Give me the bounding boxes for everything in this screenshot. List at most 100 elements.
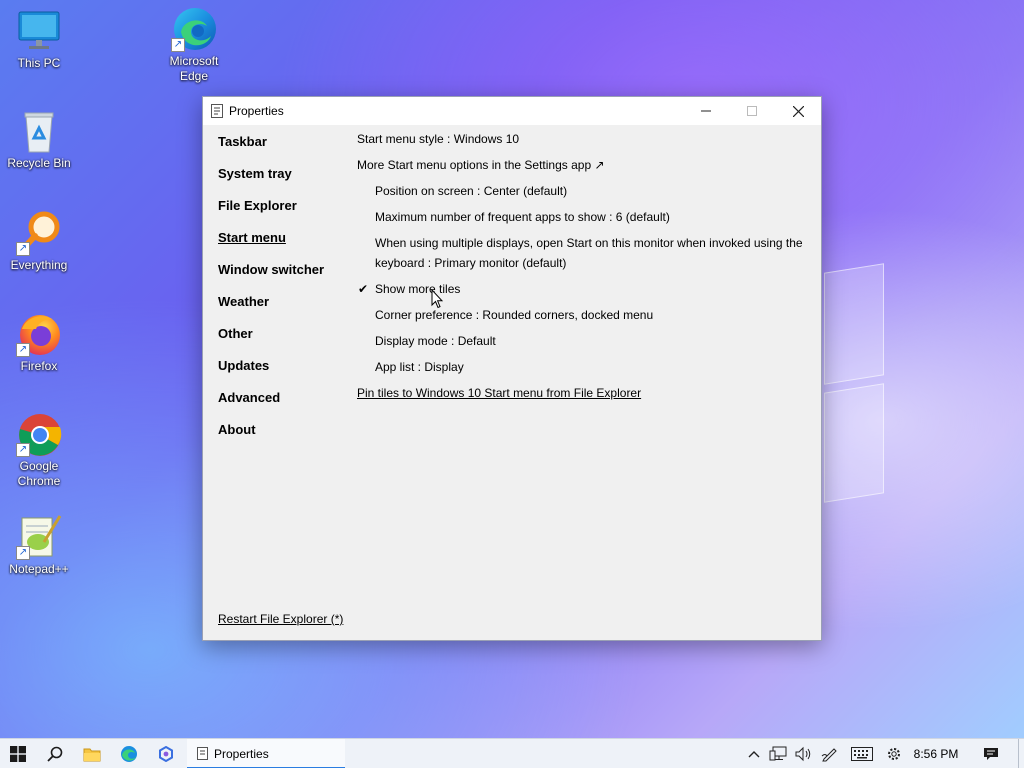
everything-search-icon: ↗: [16, 210, 62, 256]
sidebar-item-updates[interactable]: Updates: [218, 357, 348, 389]
desktop-icon-label: Everything: [10, 258, 68, 272]
setting-multi-display[interactable]: When using multiple displays, open Start…: [357, 233, 807, 273]
sidebar-item-system-tray[interactable]: System tray: [218, 165, 348, 197]
sidebar-item-label: File Explorer: [218, 198, 297, 213]
setting-more-options-link[interactable]: More Start menu options in the Settings …: [357, 155, 807, 175]
sidebar-item-about[interactable]: About: [218, 421, 348, 453]
task-label: Properties: [214, 747, 269, 761]
close-button[interactable]: [775, 97, 821, 125]
properties-window[interactable]: Properties Taskbar System tray File Expl…: [202, 96, 822, 641]
sidebar-item-label: Other: [218, 326, 253, 341]
search-button[interactable]: [37, 739, 73, 768]
taskbar-file-explorer[interactable]: [74, 739, 110, 768]
external-link-icon: ↗: [594, 158, 605, 172]
windows-logo-icon: [10, 746, 26, 762]
app-hexagon-icon: [159, 746, 173, 762]
desktop-icon-label: This PC: [17, 56, 61, 70]
setting-start-menu-style[interactable]: Start menu style : Windows 10: [357, 129, 807, 149]
start-button[interactable]: [0, 739, 36, 768]
desktop-icon-firefox[interactable]: ↗ Firefox: [1, 311, 77, 374]
search-icon: [47, 746, 63, 762]
setting-app-list[interactable]: App list : Display: [357, 357, 807, 377]
desktop-icon-this-pc[interactable]: This PC: [1, 8, 77, 71]
sidebar-item-advanced[interactable]: Advanced: [218, 389, 348, 421]
notepadpp-icon: ↗: [16, 514, 62, 560]
clock[interactable]: 8:56 PM: [906, 747, 966, 761]
volume-button[interactable]: [792, 739, 816, 768]
volume-icon: [795, 746, 811, 762]
close-icon: [792, 105, 804, 117]
action-center-button[interactable]: [978, 739, 1004, 768]
sidebar-item-weather[interactable]: Weather: [218, 293, 348, 325]
desktop-icon-label: Google Chrome: [17, 459, 61, 488]
minimize-icon: [701, 110, 711, 112]
sidebar-nav: Taskbar System tray File Explorer Start …: [218, 133, 348, 453]
taskbar-copilot[interactable]: [148, 739, 184, 768]
maximize-icon: [747, 106, 757, 116]
computer-icon: [16, 8, 62, 54]
recycle-bin-icon: [16, 108, 62, 154]
desktop-icon-label: Microsoft Edge: [169, 54, 219, 83]
taskbar-task-properties[interactable]: Properties: [187, 739, 345, 768]
show-more-tiles-label: Show more tiles: [375, 282, 461, 296]
sidebar-item-label: Advanced: [218, 390, 281, 405]
gear-icon: [888, 748, 900, 760]
settings-panel: Start menu style : Windows 10 More Start…: [357, 129, 807, 409]
show-desktop-button[interactable]: [1018, 739, 1024, 768]
show-hidden-icons-button[interactable]: [744, 739, 764, 768]
pen-workspace-button[interactable]: [818, 739, 842, 768]
network-icon: [769, 746, 787, 761]
minimize-button[interactable]: [683, 97, 729, 125]
wallpaper-windows-logo: [824, 263, 886, 503]
edge-icon: [121, 746, 137, 762]
chrome-icon: ↗: [16, 411, 62, 457]
desktop-icon-notepadpp[interactable]: ↗ Notepad++: [1, 514, 77, 577]
restart-explorer-link[interactable]: Restart File Explorer (*): [218, 612, 343, 626]
check-icon: ✔: [358, 282, 369, 296]
sidebar-item-label: Start menu: [218, 230, 286, 245]
sidebar-item-window-switcher[interactable]: Window switcher: [218, 261, 348, 293]
desktop-icon-chrome[interactable]: ↗ Google Chrome: [1, 411, 77, 489]
more-options-label: More Start menu options in the Settings …: [357, 158, 592, 172]
pin-tiles-link[interactable]: Pin tiles to Windows 10 Start menu from …: [357, 383, 807, 403]
app-icon: [211, 104, 223, 118]
taskbar-edge[interactable]: [111, 739, 147, 768]
desktop-icon-label: Recycle Bin: [7, 156, 71, 170]
setting-position-on-screen[interactable]: Position on screen : Center (default): [357, 181, 807, 201]
setting-display-mode[interactable]: Display mode : Default: [357, 331, 807, 351]
desktop-icon-everything[interactable]: ↗ Everything: [1, 210, 77, 273]
taskbar: Properties 8:56 PM: [0, 738, 1024, 768]
app-icon: [197, 747, 208, 760]
sidebar-item-label: Window switcher: [218, 262, 325, 277]
sidebar-item-label: Updates: [218, 358, 270, 373]
pen-icon: [821, 748, 837, 762]
title-bar[interactable]: Properties: [203, 97, 821, 125]
setting-show-more-tiles[interactable]: ✔ Show more tiles: [357, 279, 807, 299]
firefox-icon: ↗: [16, 311, 62, 357]
sidebar-item-label: About: [218, 422, 256, 437]
sidebar-item-taskbar[interactable]: Taskbar: [218, 133, 348, 165]
desktop-icon-label: Notepad++: [9, 562, 69, 576]
window-title: Properties: [229, 104, 284, 118]
maximize-button[interactable]: [729, 97, 775, 125]
setting-corner-preference[interactable]: Corner preference : Rounded corners, doc…: [357, 305, 807, 325]
settings-tray-button[interactable]: [882, 739, 906, 768]
folder-icon: [83, 748, 101, 762]
notification-icon: [984, 748, 998, 760]
sidebar-item-start-menu[interactable]: Start menu: [218, 229, 348, 261]
sidebar-item-label: System tray: [218, 166, 292, 181]
desktop-icon-edge[interactable]: ↗ Microsoft Edge: [156, 6, 232, 84]
edge-icon: ↗: [171, 6, 217, 52]
keyboard-icon: [851, 747, 873, 761]
chevron-up-icon: [748, 751, 760, 758]
mouse-cursor-icon: [431, 289, 443, 309]
desktop-icon-recycle-bin[interactable]: Recycle Bin: [1, 108, 77, 171]
sidebar-item-label: Weather: [218, 294, 270, 309]
desktop-icon-label: Firefox: [20, 359, 58, 373]
sidebar-item-file-explorer[interactable]: File Explorer: [218, 197, 348, 229]
sidebar-item-other[interactable]: Other: [218, 325, 348, 357]
touch-keyboard-button[interactable]: [848, 739, 876, 768]
sidebar-item-label: Taskbar: [218, 134, 267, 149]
network-button[interactable]: [766, 739, 790, 768]
setting-max-frequent-apps[interactable]: Maximum number of frequent apps to show …: [357, 207, 807, 227]
